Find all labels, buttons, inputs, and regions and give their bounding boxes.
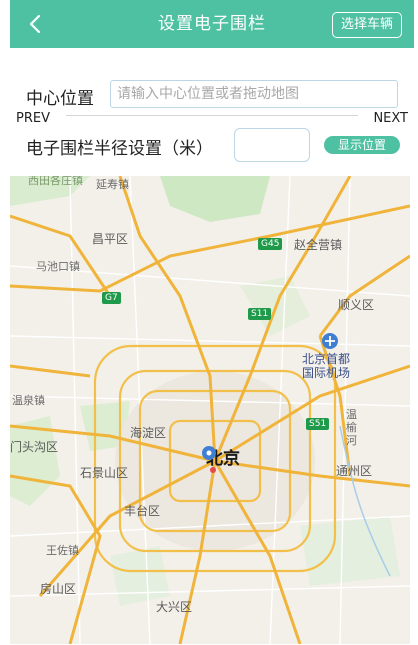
pager-divider	[66, 115, 358, 116]
center-location-input[interactable]	[110, 80, 398, 108]
map-view[interactable]: 延寿镇 西田各庄镇 昌平区 马池口镇 赵全营镇 顺义区 北京首都 国际机场 温泉…	[10, 176, 410, 644]
map-label-mentougou: 门头沟区	[10, 440, 59, 454]
location-pin-icon	[202, 446, 216, 460]
map-label-shunyi: 顺义区	[338, 298, 375, 312]
map-label-machikou: 马池口镇	[36, 260, 80, 273]
map-label-shijingshan: 石景山区	[80, 466, 129, 480]
map-label-wenquan: 温泉镇	[12, 394, 45, 407]
map-label-wangzuo: 王佐镇	[46, 544, 79, 557]
select-vehicle-button[interactable]: 选择车辆	[331, 12, 402, 38]
map-label-daxing: 大兴区	[156, 600, 193, 614]
road-shield-s11: S11	[248, 308, 272, 320]
map-label-zhaoquanying: 赵全营镇	[294, 238, 343, 252]
map-label-fengtai: 丰台区	[124, 504, 161, 518]
map-label-wenyuhe: 温 榆 河	[346, 408, 357, 447]
map-label-changping: 昌平区	[92, 232, 129, 246]
road-shield-s51: S51	[306, 418, 330, 430]
next-button[interactable]: NEXT	[373, 111, 408, 126]
map-label-yanqing: 延寿镇	[96, 178, 129, 191]
map-label-top-left: 西田各庄镇	[28, 176, 83, 187]
map-label-tongzhou: 通州区	[336, 464, 373, 478]
radius-input[interactable]	[234, 128, 310, 162]
radius-label: 电子围栏半径设置（米）	[26, 139, 213, 159]
radius-row: 电子围栏半径设置（米） 显示位置	[10, 126, 414, 166]
map-label-haidian: 海淀区	[130, 426, 167, 440]
top-app-bar: 设置电子围栏 选择车辆	[10, 0, 414, 48]
road-shield-g45: G45	[258, 238, 283, 250]
show-location-button[interactable]: 显示位置	[324, 136, 400, 154]
map-label-airport: 北京首都 国际机场	[302, 352, 351, 380]
road-shield-g7: G7	[102, 292, 121, 304]
center-location-label: 中心位置	[26, 89, 94, 109]
map-label-fangshan: 房山区	[40, 582, 77, 596]
prev-button[interactable]: PREV	[16, 111, 50, 126]
